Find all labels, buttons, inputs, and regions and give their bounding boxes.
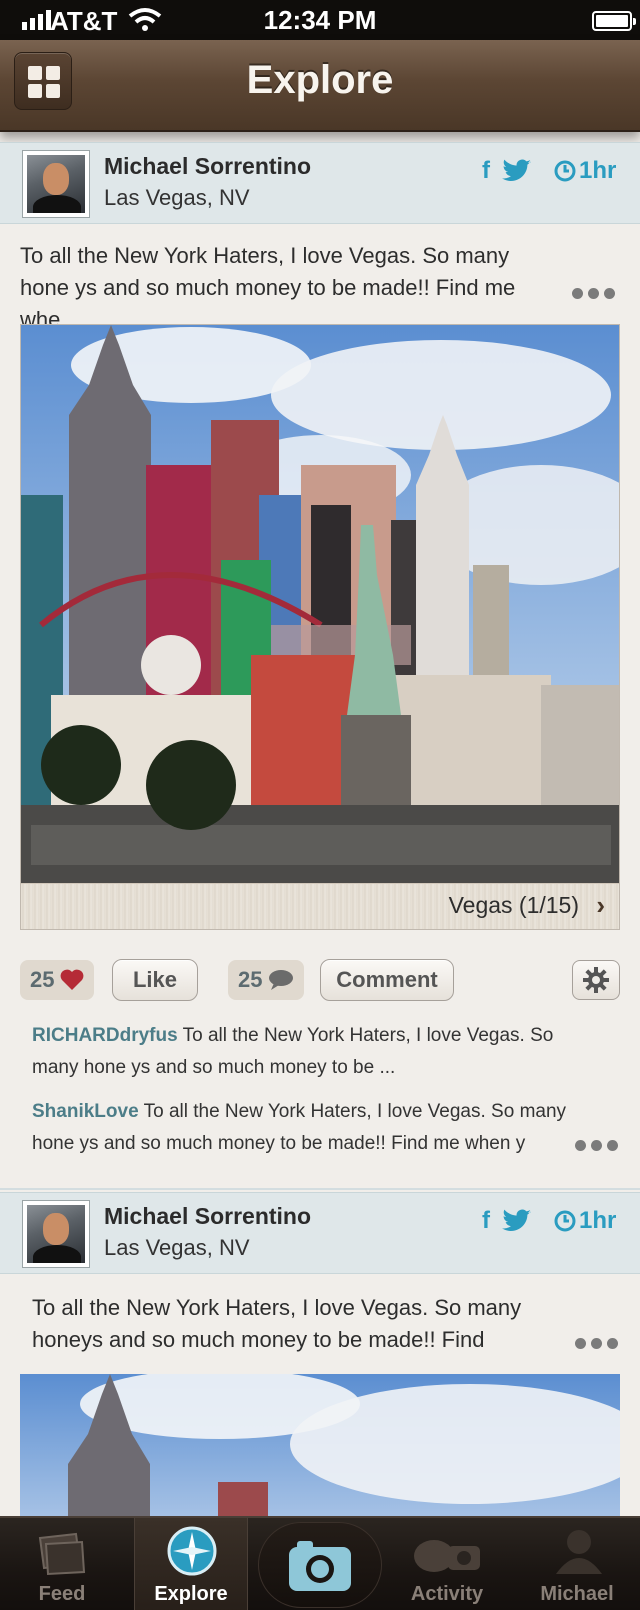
avatar[interactable] bbox=[22, 1200, 90, 1268]
like-count-value: 25 bbox=[30, 967, 55, 992]
more-icon[interactable] bbox=[575, 1140, 618, 1151]
comment-user[interactable]: ShanikLove bbox=[32, 1101, 139, 1122]
gear-icon bbox=[583, 967, 609, 993]
status-bar: AT&T 12:34 PM bbox=[0, 0, 640, 40]
status-time: 12:34 PM bbox=[263, 5, 377, 35]
speech-bubble-icon bbox=[269, 970, 294, 990]
photo-caption: Vegas (1/15) bbox=[448, 892, 579, 918]
more-icon[interactable] bbox=[572, 288, 615, 299]
post-time: 1hr bbox=[554, 1207, 616, 1235]
post-photo[interactable] bbox=[20, 1374, 620, 1524]
feed-icon bbox=[38, 1532, 86, 1576]
chevron-right-icon[interactable]: › bbox=[596, 890, 605, 921]
heart-icon bbox=[61, 969, 84, 990]
time-label: 1hr bbox=[579, 157, 617, 184]
battery-icon bbox=[592, 11, 636, 31]
tab-label: Michael bbox=[540, 1583, 614, 1605]
twitter-icon[interactable] bbox=[502, 159, 532, 183]
settings-button[interactable] bbox=[572, 960, 620, 1000]
time-label: 1hr bbox=[579, 1207, 617, 1234]
page-title: Explore bbox=[246, 58, 394, 102]
author-name[interactable]: Michael Sorrentino bbox=[104, 1203, 311, 1230]
comment-user[interactable]: RICHARDdryfus bbox=[32, 1025, 178, 1046]
tab-label: Activity bbox=[410, 1583, 484, 1605]
like-count: 25 bbox=[20, 960, 95, 1000]
divider bbox=[0, 1188, 640, 1190]
author-name[interactable]: Michael Sorrentino bbox=[104, 153, 311, 180]
photo-image bbox=[20, 1374, 620, 1524]
more-icon[interactable] bbox=[575, 1338, 618, 1349]
clock-icon bbox=[554, 160, 576, 182]
photo-image bbox=[21, 325, 619, 885]
post-text: To all the New York Haters, I love Vegas… bbox=[20, 243, 516, 332]
facebook-icon[interactable]: f bbox=[482, 157, 490, 185]
post-header: Michael Sorrentino Las Vegas, NV f 1hr bbox=[0, 142, 640, 224]
tab-bar: Feed Explore Activity Michael bbox=[0, 1516, 640, 1610]
post-time: 1hr bbox=[554, 157, 616, 185]
like-button[interactable]: Like bbox=[112, 959, 198, 1001]
nav-bar: Explore bbox=[0, 40, 640, 132]
author-location: Las Vegas, NV bbox=[104, 185, 250, 210]
camera-icon bbox=[289, 1541, 351, 1591]
comment-item: RICHARDdryfus To all the New York Haters… bbox=[32, 1020, 592, 1084]
comment-button[interactable]: Comment bbox=[320, 959, 454, 1001]
comment-count: 25 bbox=[228, 960, 305, 1000]
clock-icon bbox=[554, 1210, 576, 1232]
tab-activity[interactable]: Activity bbox=[390, 1518, 504, 1610]
tab-label: Feed bbox=[38, 1583, 86, 1605]
author-location: Las Vegas, NV bbox=[104, 1235, 250, 1260]
comment-item: ShanikLove To all the New York Haters, I… bbox=[32, 1096, 572, 1160]
comment-count-value: 25 bbox=[238, 967, 263, 992]
tab-feed[interactable]: Feed bbox=[0, 1518, 124, 1610]
post-photo[interactable]: Vegas (1/15) › bbox=[20, 324, 620, 930]
post-header: Michael Sorrentino Las Vegas, NV f 1hr bbox=[0, 1192, 640, 1274]
tab-profile[interactable]: Michael bbox=[514, 1518, 640, 1610]
tab-label: Explore bbox=[154, 1583, 228, 1605]
facebook-icon[interactable]: f bbox=[482, 1207, 490, 1235]
activity-icon bbox=[414, 1540, 480, 1572]
profile-icon bbox=[556, 1530, 602, 1574]
tab-camera[interactable] bbox=[258, 1522, 382, 1608]
compass-icon bbox=[167, 1526, 217, 1576]
photo-caption-bar[interactable]: Vegas (1/15) › bbox=[21, 883, 619, 929]
tab-explore[interactable]: Explore bbox=[134, 1518, 248, 1610]
avatar[interactable] bbox=[22, 150, 90, 218]
twitter-icon[interactable] bbox=[502, 1209, 532, 1233]
post-text: To all the New York Haters, I love Vegas… bbox=[32, 1295, 522, 1352]
